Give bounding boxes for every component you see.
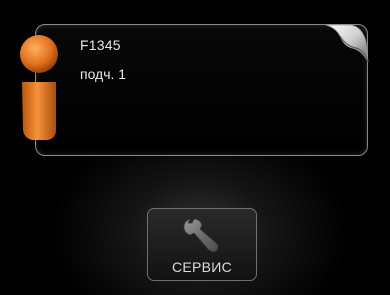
info-icon: [20, 35, 58, 140]
service-label: СЕРВИС: [171, 259, 233, 275]
model-name: F1345: [80, 37, 121, 53]
display-screen: F1345 подч. 1 СЕРВИС: [0, 0, 390, 295]
wrench-icon: [183, 218, 219, 253]
page-curl-icon: [325, 24, 369, 63]
service-button[interactable]: СЕРВИС: [147, 208, 257, 281]
sub-system-label: подч. 1: [80, 66, 127, 82]
